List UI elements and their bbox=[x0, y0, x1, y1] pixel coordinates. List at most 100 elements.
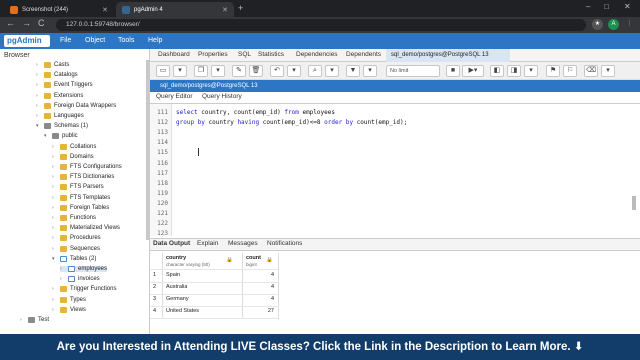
tree-item[interactable]: › Views bbox=[52, 306, 86, 313]
expand-toggle-icon[interactable]: › bbox=[52, 144, 57, 150]
tree-item[interactable]: › Casts bbox=[36, 62, 69, 68]
expand-toggle-icon[interactable]: › bbox=[52, 195, 57, 201]
execute-icon[interactable]: ▶▾ bbox=[462, 65, 484, 77]
expand-toggle-icon[interactable]: › bbox=[60, 266, 65, 272]
tree-item[interactable]: › Materialized Views bbox=[52, 225, 120, 232]
tree-item[interactable]: › Catalogs bbox=[36, 72, 78, 79]
tab-query-history[interactable]: Query History bbox=[202, 93, 242, 100]
row-number[interactable]: 4 bbox=[153, 308, 156, 314]
undo-icon[interactable]: ↶ bbox=[270, 65, 284, 77]
close-icon[interactable]: ✕ bbox=[222, 6, 228, 14]
sidebar-scrollbar[interactable] bbox=[146, 60, 149, 240]
maximize-button[interactable]: □ bbox=[604, 2, 609, 11]
tree-item[interactable]: ▾ public bbox=[44, 133, 78, 140]
expand-toggle-icon[interactable]: › bbox=[36, 93, 41, 99]
rollback-icon[interactable]: ⚐ bbox=[563, 65, 577, 77]
tree-item[interactable]: ▾ Tables (2) bbox=[52, 255, 96, 262]
cell-country[interactable]: Spain bbox=[166, 272, 180, 278]
expand-toggle-icon[interactable]: › bbox=[52, 215, 57, 221]
expand-toggle-icon[interactable]: › bbox=[52, 225, 57, 231]
forward-icon[interactable]: → bbox=[22, 18, 31, 28]
paste-icon[interactable]: ▾ bbox=[211, 65, 225, 77]
tree-item[interactable]: › FTS Parsers bbox=[52, 184, 104, 191]
tab-explain[interactable]: Explain bbox=[197, 240, 218, 247]
cell-country[interactable]: Australia bbox=[166, 284, 187, 290]
expand-toggle-icon[interactable]: › bbox=[52, 164, 57, 170]
clear-options-icon[interactable]: ▾ bbox=[601, 65, 615, 77]
expand-toggle-icon[interactable]: › bbox=[52, 286, 57, 292]
delete-icon[interactable]: 🗑 bbox=[249, 65, 263, 77]
menu-object[interactable]: Object bbox=[85, 37, 105, 44]
row-number[interactable]: 3 bbox=[153, 296, 156, 302]
tree-item[interactable]: › Functions bbox=[52, 215, 96, 221]
tab-query-tool[interactable]: sql_demo/postgres@PostgreSQL 13 bbox=[386, 49, 510, 62]
tab-data-output[interactable]: Data Output bbox=[153, 240, 190, 247]
save-icon[interactable]: ▾ bbox=[173, 65, 187, 77]
tab-dependencies[interactable]: Dependencies bbox=[296, 51, 338, 58]
tree-item[interactable]: › invoices bbox=[60, 276, 100, 283]
expand-toggle-icon[interactable]: › bbox=[36, 103, 41, 109]
new-tab-button[interactable]: + bbox=[238, 3, 243, 13]
expand-toggle-icon[interactable]: › bbox=[52, 205, 57, 211]
tree-item[interactable]: › Domains bbox=[52, 153, 94, 160]
expand-toggle-icon[interactable]: › bbox=[36, 113, 41, 119]
copy-icon[interactable]: ❐ bbox=[194, 65, 208, 77]
filter-dropdown-icon[interactable]: ▾ bbox=[363, 65, 377, 77]
replace-icon[interactable]: ▾ bbox=[325, 65, 339, 77]
back-icon[interactable]: ← bbox=[6, 18, 15, 28]
code-line[interactable]: group by country having count(emp_id)<=8… bbox=[176, 119, 407, 126]
browser-tab-screenshot[interactable]: Screenshot (244) ✕ bbox=[4, 2, 114, 17]
menu-file[interactable]: File bbox=[60, 37, 71, 44]
tab-dependents[interactable]: Dependents bbox=[346, 51, 381, 58]
tab-messages[interactable]: Messages bbox=[228, 240, 258, 247]
connection-bar[interactable]: sql_demo/postgres@PostgreSQL 13 bbox=[150, 80, 640, 92]
column-header-count[interactable]: count bbox=[246, 255, 261, 261]
close-window-button[interactable]: ✕ bbox=[624, 2, 631, 11]
tree-item[interactable]: › FTS Configurations bbox=[52, 164, 122, 170]
tree-item[interactable]: › Languages bbox=[36, 113, 84, 119]
explain-icon[interactable]: ◧ bbox=[490, 65, 504, 77]
expand-toggle-icon[interactable]: › bbox=[20, 317, 25, 323]
explain-analyze-icon[interactable]: ◨ bbox=[507, 65, 521, 77]
explain-options-icon[interactable]: ▾ bbox=[524, 65, 538, 77]
expand-toggle-icon[interactable]: › bbox=[52, 235, 57, 241]
column-header-country[interactable]: country bbox=[166, 255, 186, 261]
tree-item[interactable]: › Sequences bbox=[52, 245, 100, 252]
reload-icon[interactable]: C bbox=[38, 18, 45, 28]
expand-toggle-icon[interactable]: › bbox=[60, 276, 65, 282]
commit-icon[interactable]: ⚑ bbox=[546, 65, 560, 77]
minimize-button[interactable]: – bbox=[586, 2, 590, 11]
cell-count[interactable]: 4 bbox=[242, 296, 274, 302]
avatar[interactable]: A bbox=[608, 19, 619, 30]
promo-banner[interactable]: Are you Interested in Attending LIVE Cla… bbox=[0, 334, 640, 360]
tab-sql[interactable]: SQL bbox=[238, 51, 251, 58]
code-line[interactable]: select country, count(emp_id) from emplo… bbox=[176, 109, 335, 116]
cell-count[interactable]: 4 bbox=[242, 272, 274, 278]
tree-item[interactable]: › Foreign Tables bbox=[52, 204, 109, 211]
browser-tab-pgadmin[interactable]: pgAdmin 4 ✕ bbox=[116, 2, 234, 17]
tree-item[interactable]: › Event Triggers bbox=[36, 82, 93, 89]
tab-dashboard[interactable]: Dashboard bbox=[158, 51, 190, 58]
editor-scrollbar[interactable] bbox=[632, 196, 636, 210]
kebab-menu-icon[interactable]: ⋮ bbox=[624, 19, 635, 30]
tab-query-editor[interactable]: Query Editor bbox=[156, 93, 193, 100]
tree-item[interactable]: › employees bbox=[60, 266, 108, 272]
extension-icon[interactable]: ★ bbox=[592, 19, 603, 30]
tree-item[interactable]: › FTS Dictionaries bbox=[52, 174, 114, 181]
cell-country[interactable]: Germany bbox=[166, 296, 189, 302]
expand-toggle-icon[interactable]: › bbox=[52, 307, 57, 313]
tree-item[interactable]: ▾ Schemas (1) bbox=[36, 123, 88, 130]
row-number[interactable]: 1 bbox=[153, 272, 156, 278]
menu-tools[interactable]: Tools bbox=[118, 37, 134, 44]
edit-icon[interactable]: ✎ bbox=[232, 65, 246, 77]
expand-toggle-icon[interactable]: › bbox=[36, 62, 41, 68]
cell-count[interactable]: 27 bbox=[242, 308, 274, 314]
cell-country[interactable]: United States bbox=[166, 308, 199, 314]
expand-toggle-icon[interactable]: › bbox=[52, 154, 57, 160]
tree-item[interactable]: › Trigger Functions bbox=[52, 286, 116, 293]
tab-properties[interactable]: Properties bbox=[198, 51, 228, 58]
open-file-icon[interactable]: ▭ bbox=[156, 65, 170, 77]
expand-toggle-icon[interactable]: › bbox=[52, 184, 57, 190]
menu-help[interactable]: Help bbox=[148, 37, 162, 44]
expand-toggle-icon[interactable]: ▾ bbox=[36, 123, 41, 129]
